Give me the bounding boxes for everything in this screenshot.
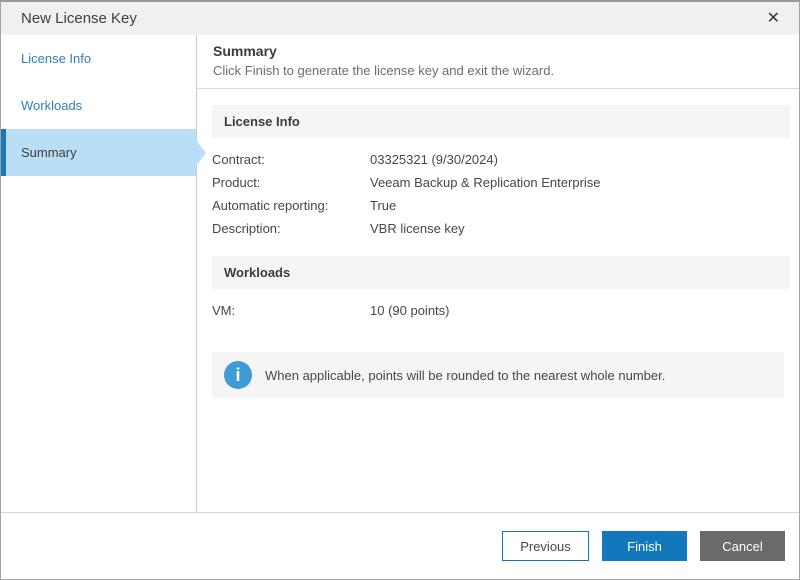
table-row: Contract: 03325321 (9/30/2024) xyxy=(212,148,790,171)
step-title: Summary xyxy=(213,43,783,59)
cancel-button[interactable]: Cancel xyxy=(700,531,785,561)
sidebar-item-license-info[interactable]: License Info xyxy=(1,35,196,82)
finish-button[interactable]: Finish xyxy=(602,531,687,561)
sidebar-item-summary[interactable]: Summary xyxy=(1,129,196,176)
table-row: VM: 10 (90 points) xyxy=(212,299,790,322)
info-icon: i xyxy=(224,361,252,389)
section-header-workloads: Workloads xyxy=(212,256,790,289)
new-license-key-dialog: New License Key ✕ License Info Workloads… xyxy=(0,0,800,580)
sidebar-item-workloads[interactable]: Workloads xyxy=(1,82,196,129)
previous-button[interactable]: Previous xyxy=(502,531,589,561)
row-label: Description: xyxy=(212,220,370,237)
license-info-table: Contract: 03325321 (9/30/2024) Product: … xyxy=(212,148,790,240)
info-note: i When applicable, points will be rounde… xyxy=(212,352,784,398)
step-label: Workloads xyxy=(21,98,82,113)
step-label: Summary xyxy=(21,145,77,160)
row-value: VBR license key xyxy=(370,220,790,237)
info-note-text: When applicable, points will be rounded … xyxy=(265,368,665,383)
table-row: Product: Veeam Backup & Replication Ente… xyxy=(212,171,790,194)
row-label: Product: xyxy=(212,174,370,191)
wizard-steps-sidebar: License Info Workloads Summary xyxy=(1,35,197,512)
row-label: Contract: xyxy=(212,151,370,168)
row-value: True xyxy=(370,197,790,214)
content-area: Summary Click Finish to generate the lic… xyxy=(197,35,799,512)
summary-body: License Info Contract: 03325321 (9/30/20… xyxy=(197,89,799,398)
row-value: 03325321 (9/30/2024) xyxy=(370,151,790,168)
titlebar: New License Key ✕ xyxy=(1,2,799,35)
row-label: VM: xyxy=(212,302,370,319)
step-header: Summary Click Finish to generate the lic… xyxy=(197,35,799,89)
section-header-license-info: License Info xyxy=(212,105,790,138)
row-label: Automatic reporting: xyxy=(212,197,370,214)
workloads-table: VM: 10 (90 points) xyxy=(212,299,790,322)
window-title: New License Key xyxy=(21,10,765,27)
step-label: License Info xyxy=(21,51,91,66)
close-icon[interactable]: ✕ xyxy=(765,9,782,29)
table-row: Automatic reporting: True xyxy=(212,194,790,217)
row-value: 10 (90 points) xyxy=(370,302,790,319)
table-row: Description: VBR license key xyxy=(212,217,790,240)
main-area: License Info Workloads Summary Summary C… xyxy=(1,35,799,512)
footer-buttons: Previous Finish Cancel xyxy=(1,512,799,579)
step-subtitle: Click Finish to generate the license key… xyxy=(213,63,783,78)
row-value: Veeam Backup & Replication Enterprise xyxy=(370,174,790,191)
